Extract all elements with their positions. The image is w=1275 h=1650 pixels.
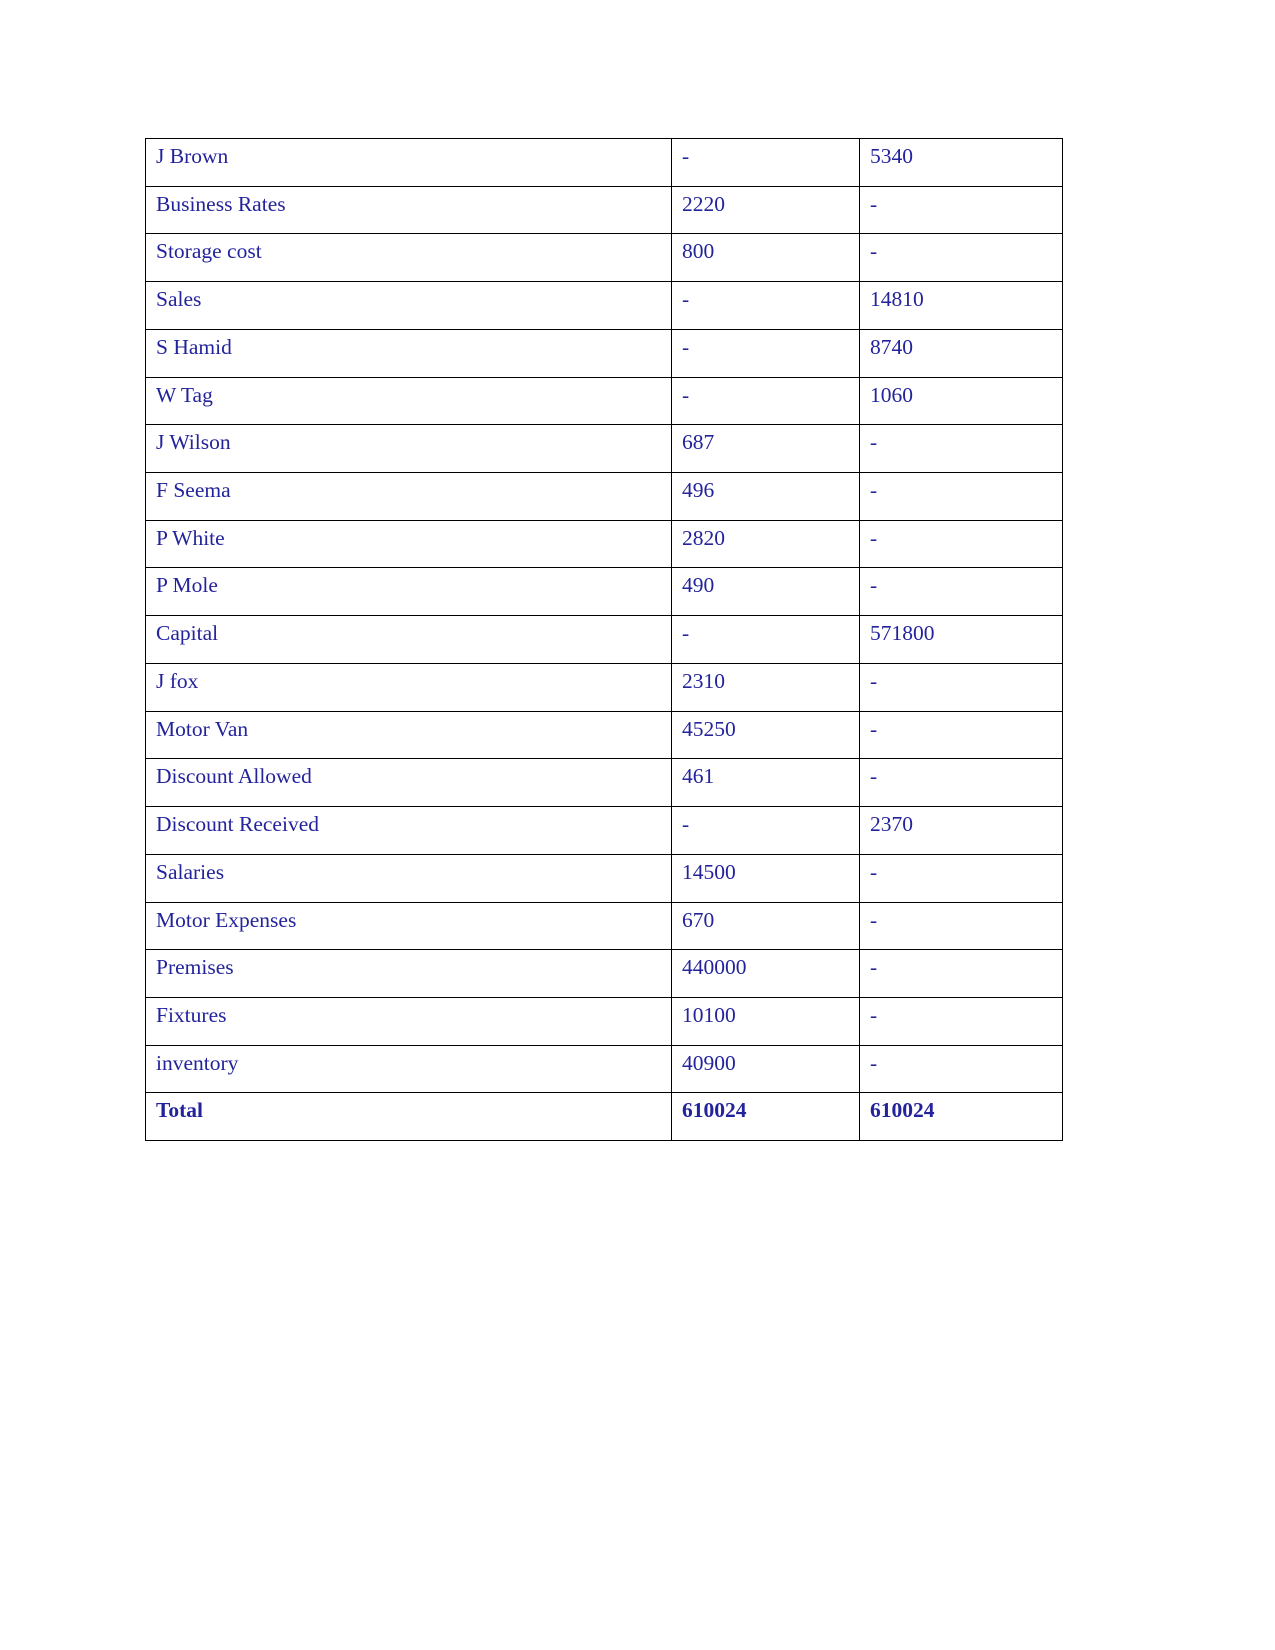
cell-debit: 45250 bbox=[671, 710, 860, 760]
cell-account: S Hamid bbox=[145, 328, 672, 378]
cell-account: Fixtures bbox=[145, 996, 672, 1046]
table-row: Business Rates 2220- bbox=[145, 185, 1063, 235]
cell-credit: 14810 bbox=[859, 281, 1063, 330]
cell-account: Motor Van bbox=[145, 710, 672, 760]
cell-account: F Seema bbox=[145, 472, 672, 521]
table-row: W Tag -1060 bbox=[145, 376, 1063, 426]
cell-debit: - bbox=[671, 328, 860, 378]
trial-balance-body: J Brown -5340 Business Rates 2220- Storage c… bbox=[145, 138, 1063, 1142]
document-page: J Brown -5340 Business Rates 2220- Storage c… bbox=[0, 0, 1275, 1650]
cell-debit: 2310 bbox=[671, 662, 860, 712]
table-row: inventory 40900- bbox=[145, 1044, 1063, 1094]
cell-account: Sales bbox=[145, 281, 672, 330]
table-row: Premises 440000- bbox=[145, 949, 1063, 998]
trial-balance-table: J Brown -5340 Business Rates 2220- Storage c… bbox=[145, 138, 1063, 1142]
table-row: F Seema 496- bbox=[145, 472, 1063, 521]
cell-debit: 2820 bbox=[671, 519, 860, 569]
table-row: Storage cost 800- bbox=[145, 233, 1063, 283]
cell-debit: 461 bbox=[671, 758, 860, 808]
cell-account: Business Rates bbox=[145, 185, 672, 235]
cell-account: Motor Expenses bbox=[145, 901, 672, 951]
cell-account: P Mole bbox=[145, 567, 672, 617]
cell-account: Discount Allowed bbox=[145, 758, 672, 808]
cell-credit: - bbox=[859, 233, 1063, 283]
cell-debit: - bbox=[671, 138, 860, 187]
cell-credit: - bbox=[859, 424, 1063, 474]
cell-account: inventory bbox=[145, 1044, 672, 1094]
cell-account: Salaries bbox=[145, 853, 672, 903]
cell-credit: - bbox=[859, 853, 1063, 903]
cell-account: Storage cost bbox=[145, 233, 672, 283]
table-row: Motor Expenses 670- bbox=[145, 901, 1063, 951]
cell-credit: - bbox=[859, 519, 1063, 569]
cell-credit: 2370 bbox=[859, 806, 1063, 855]
table-row: J Wilson 687- bbox=[145, 424, 1063, 474]
cell-credit: - bbox=[859, 996, 1063, 1046]
cell-debit: 10100 bbox=[671, 996, 860, 1046]
table-row: P Mole 490- bbox=[145, 567, 1063, 617]
cell-credit: - bbox=[859, 185, 1063, 235]
cell-account: P White bbox=[145, 519, 672, 569]
table-row: Discount Allowed 461- bbox=[145, 758, 1063, 808]
cell-debit: 40900 bbox=[671, 1044, 860, 1094]
table-row: S Hamid -8740 bbox=[145, 328, 1063, 378]
cell-debit: - bbox=[671, 615, 860, 664]
cell-debit: 440000 bbox=[671, 949, 860, 998]
cell-credit: - bbox=[859, 710, 1063, 760]
table-row: J fox 2310- bbox=[145, 662, 1063, 712]
cell-debit: 2220 bbox=[671, 185, 860, 235]
cell-account: W Tag bbox=[145, 376, 672, 426]
cell-account: J fox bbox=[145, 662, 672, 712]
table-row: Sales -14810 bbox=[145, 281, 1063, 330]
cell-account: J Brown bbox=[145, 138, 672, 187]
cell-debit: 496 bbox=[671, 472, 860, 521]
table-row: Salaries 14500- bbox=[145, 853, 1063, 903]
cell-account: Capital bbox=[145, 615, 672, 664]
cell-debit: 14500 bbox=[671, 853, 860, 903]
table-row: Motor Van 45250- bbox=[145, 710, 1063, 760]
cell-credit: 571800 bbox=[859, 615, 1063, 664]
table-row: Fixtures 10100- bbox=[145, 996, 1063, 1046]
cell-debit: 800 bbox=[671, 233, 860, 283]
cell-credit: 8740 bbox=[859, 328, 1063, 378]
cell-credit: 1060 bbox=[859, 376, 1063, 426]
cell-account: Discount Received bbox=[145, 806, 672, 855]
cell-total-credit: 610024 bbox=[859, 1092, 1063, 1142]
table-row: J Brown -5340 bbox=[145, 138, 1063, 187]
cell-credit: 5340 bbox=[859, 138, 1063, 187]
table-row: Discount Received -2370 bbox=[145, 806, 1063, 855]
cell-total-debit: 610024 bbox=[671, 1092, 860, 1142]
cell-account: Premises bbox=[145, 949, 672, 998]
cell-debit: - bbox=[671, 806, 860, 855]
trial-balance-container: J Brown -5340 Business Rates 2220- Storage c… bbox=[145, 138, 1063, 1142]
cell-account: J Wilson bbox=[145, 424, 672, 474]
table-row: Capital -571800 bbox=[145, 615, 1063, 664]
cell-total-label: Total bbox=[145, 1092, 672, 1142]
cell-credit: - bbox=[859, 901, 1063, 951]
cell-credit: - bbox=[859, 1044, 1063, 1094]
cell-credit: - bbox=[859, 472, 1063, 521]
cell-debit: 490 bbox=[671, 567, 860, 617]
cell-debit: - bbox=[671, 281, 860, 330]
cell-debit: 687 bbox=[671, 424, 860, 474]
cell-debit: 670 bbox=[671, 901, 860, 951]
cell-credit: - bbox=[859, 758, 1063, 808]
table-row-total: Total 610024 610024 bbox=[145, 1092, 1063, 1142]
table-row: P White 2820- bbox=[145, 519, 1063, 569]
cell-debit: - bbox=[671, 376, 860, 426]
cell-credit: - bbox=[859, 662, 1063, 712]
cell-credit: - bbox=[859, 567, 1063, 617]
cell-credit: - bbox=[859, 949, 1063, 998]
